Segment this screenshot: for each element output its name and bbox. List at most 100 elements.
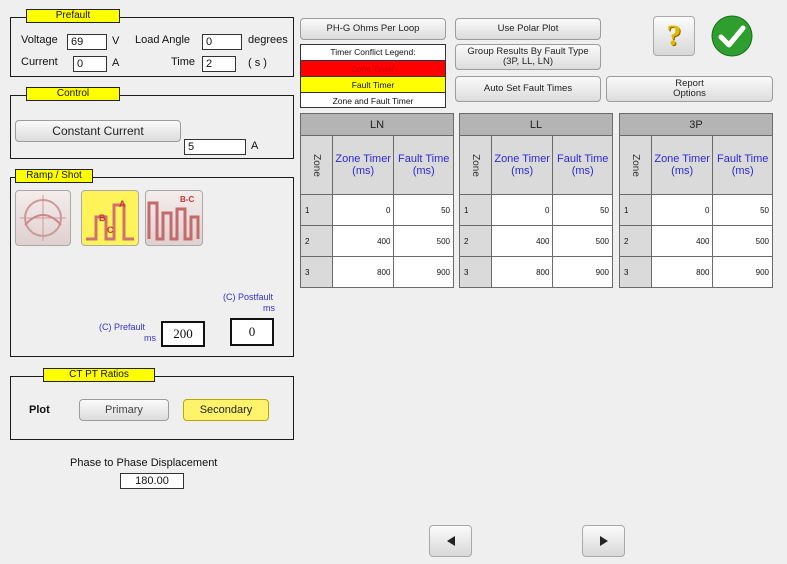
ph-g-ohms-button[interactable]: PH-G Ohms Per Loop: [300, 18, 446, 40]
ramp-shot-group: Ramp / Shot A B C B-C (C) Postfault ms 0…: [10, 169, 294, 357]
ln-zone-timer-header: Zone Timer (ms): [331, 135, 395, 195]
control-group: Control Constant Current 5 A: [10, 87, 294, 159]
fault-time-cell[interactable]: 900: [393, 256, 454, 288]
ln-table: LN Zone Zone Timer (ms) Fault Time (ms) …: [300, 113, 454, 288]
zone-cell: 1: [619, 194, 652, 226]
prefault-ms-unit: ms: [144, 333, 156, 343]
amps-field[interactable]: 5: [184, 139, 246, 155]
fault-time-cell[interactable]: 900: [712, 256, 773, 288]
control-title: Control: [26, 87, 120, 101]
3p-zone-timer-header: Zone Timer (ms): [650, 135, 714, 195]
table-row: 1 0 50: [300, 194, 454, 226]
fault-time-cell[interactable]: 900: [552, 256, 613, 288]
postfault-field[interactable]: 0: [230, 318, 274, 346]
zone-timer-cell[interactable]: 400: [650, 225, 714, 257]
table-row: 3 800 900: [619, 256, 773, 288]
checkmark-icon: [711, 15, 753, 57]
legend-zone-timer: Zone Timer: [301, 60, 445, 76]
load-angle-field[interactable]: 0: [202, 34, 242, 50]
ct-pt-group: CT PT Ratios Plot Primary Secondary: [10, 368, 294, 440]
current-field[interactable]: 0: [73, 56, 107, 72]
load-angle-label: Load Angle: [135, 34, 191, 46]
zone-timer-cell[interactable]: 800: [650, 256, 714, 288]
3p-section-header: 3P: [619, 113, 773, 136]
constant-current-button[interactable]: Constant Current: [15, 120, 181, 142]
zone-timer-cell[interactable]: 0: [490, 194, 554, 226]
current-label: Current: [21, 56, 58, 68]
voltage-field[interactable]: 69: [67, 34, 107, 50]
fault-time-cell[interactable]: 50: [552, 194, 613, 226]
accept-button[interactable]: [711, 15, 753, 57]
timer-conflict-legend: Timer Conflict Legend: Zone Timer Fault …: [300, 44, 446, 108]
right-triangle-icon: [599, 536, 608, 546]
zone-cell: 2: [619, 225, 652, 257]
legend-title: Timer Conflict Legend:: [330, 47, 416, 57]
fault-time-cell[interactable]: 500: [393, 225, 454, 257]
phase-displacement-label: Phase to Phase Displacement: [70, 457, 218, 469]
help-icon: ?: [666, 19, 682, 52]
ln-section-header: LN: [300, 113, 454, 136]
shot-step-icon[interactable]: A B C: [81, 190, 139, 246]
table-row: 3 800 900: [300, 256, 454, 288]
time-field[interactable]: 2: [202, 56, 236, 72]
previous-button[interactable]: [429, 525, 472, 557]
fault-time-cell[interactable]: 500: [552, 225, 613, 257]
fault-time-cell[interactable]: 50: [393, 194, 454, 226]
3p-zone-header: Zone: [619, 135, 652, 195]
zone-timer-cell[interactable]: 800: [490, 256, 554, 288]
ramp-shot-title: Ramp / Shot: [15, 169, 93, 183]
prefault-ms-label: (C) Prefault: [99, 322, 146, 332]
voltage-unit: V: [112, 35, 120, 47]
time-label: Time: [171, 56, 196, 68]
zone-timer-cell[interactable]: 0: [650, 194, 714, 226]
fault-time-cell[interactable]: 50: [712, 194, 773, 226]
secondary-button[interactable]: Secondary: [183, 399, 269, 421]
prefault-group: Prefault Voltage 69 V Load Angle 0 degre…: [10, 9, 294, 77]
use-polar-plot-button[interactable]: Use Polar Plot: [455, 18, 601, 40]
group-results-line2: (3P, LL, LN): [503, 56, 553, 67]
legend-zone-and-fault: Zone and Fault Timer: [301, 92, 445, 108]
3p-table: 3P Zone Zone Timer (ms) Fault Time (ms) …: [619, 113, 773, 288]
postfault-label: (C) Postfault: [223, 292, 274, 302]
table-row: 2 400 500: [459, 225, 613, 257]
zone-timer-cell[interactable]: 400: [490, 225, 554, 257]
zone-timer-cell[interactable]: 0: [331, 194, 395, 226]
fault-time-cell[interactable]: 500: [712, 225, 773, 257]
ln-fault-time-header: Fault Time (ms): [393, 135, 454, 195]
ln-zone-header: Zone: [300, 135, 333, 195]
auto-set-fault-times-button[interactable]: Auto Set Fault Times: [455, 76, 601, 102]
prefault-title: Prefault: [26, 9, 120, 23]
phase-displacement-field[interactable]: 180.00: [120, 473, 184, 489]
report-line2: Options: [673, 88, 706, 99]
table-row: 3 800 900: [459, 256, 613, 288]
shot-label-c: C: [107, 225, 114, 235]
zone-timer-cell[interactable]: 800: [331, 256, 395, 288]
table-row: 1 0 50: [459, 194, 613, 226]
shot-label-a: A: [119, 199, 126, 209]
legend-fault-timer: Fault Timer: [301, 76, 445, 92]
zone-timer-cell[interactable]: 400: [331, 225, 395, 257]
zone-cell: 1: [459, 194, 492, 226]
prefault-ms-field[interactable]: 200: [161, 321, 205, 347]
load-angle-unit: degrees: [248, 34, 288, 46]
ll-zone-timer-header: Zone Timer (ms): [490, 135, 554, 195]
ll-table: LL Zone Zone Timer (ms) Fault Time (ms) …: [459, 113, 613, 288]
voltage-label: Voltage: [21, 34, 58, 46]
next-button[interactable]: [582, 525, 625, 557]
zone-cell: 1: [300, 194, 333, 226]
zone-cell: 2: [300, 225, 333, 257]
zone-cell: 2: [459, 225, 492, 257]
report-options-button[interactable]: Report Options: [606, 76, 773, 102]
ramp-circle-icon[interactable]: [15, 190, 71, 246]
zone-cell: 3: [459, 256, 492, 288]
pulse-ramp-icon[interactable]: B-C: [145, 190, 203, 246]
table-row: 2 400 500: [619, 225, 773, 257]
ll-zone-header: Zone: [459, 135, 492, 195]
ll-fault-time-header: Fault Time (ms): [552, 135, 613, 195]
primary-button[interactable]: Primary: [79, 399, 169, 421]
group-results-button[interactable]: Group Results By Fault Type (3P, LL, LN): [455, 44, 601, 70]
shot-label-b: B: [99, 213, 106, 223]
time-unit: ( s ): [248, 57, 267, 69]
table-row: 1 0 50: [619, 194, 773, 226]
help-button[interactable]: ?: [653, 16, 695, 56]
